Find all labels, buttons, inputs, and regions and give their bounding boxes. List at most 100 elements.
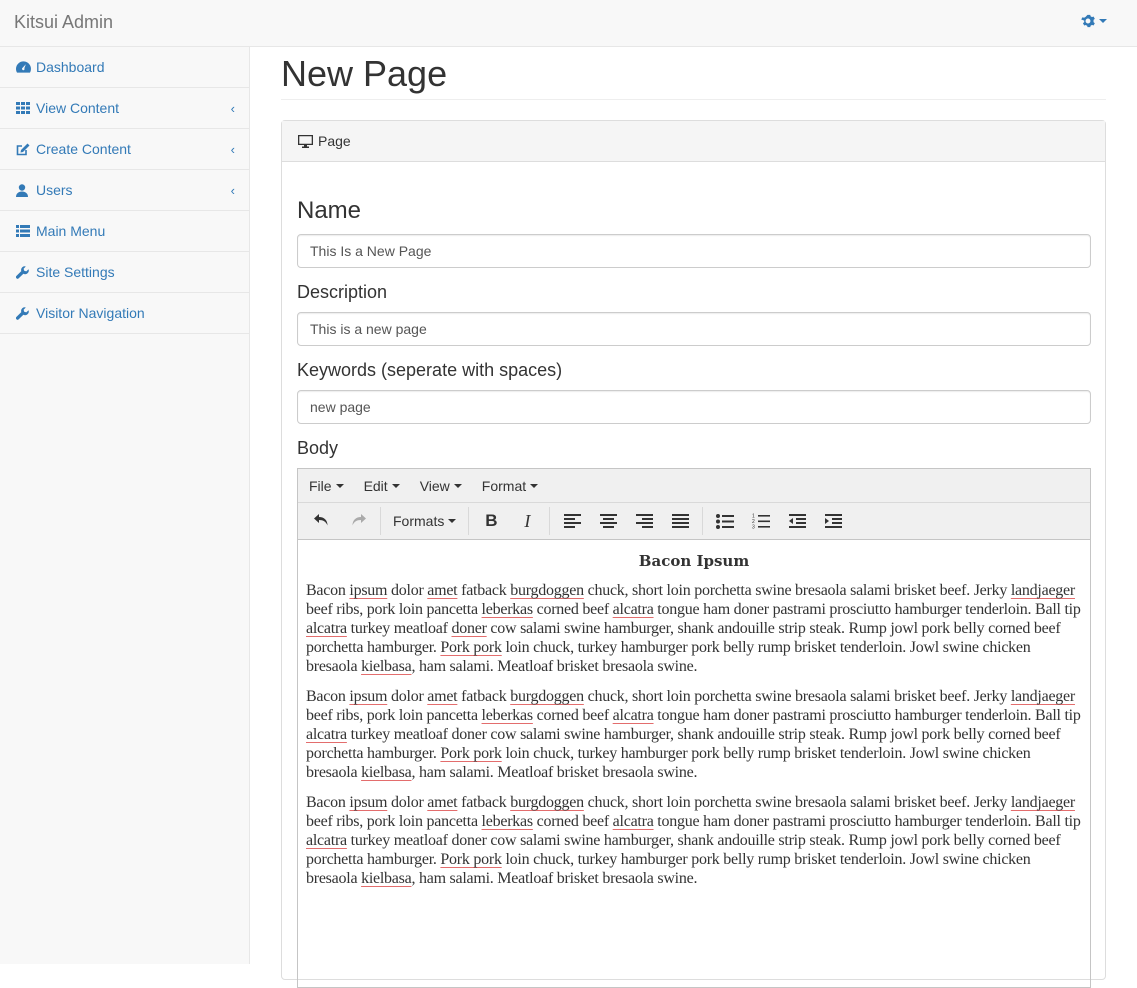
panel-heading-label: Page [318, 133, 351, 149]
menu-view-label: View [419, 477, 450, 494]
misspelled-word: alcatra [306, 726, 347, 743]
sidebar-item-label: Users [36, 182, 73, 198]
content-heading: Bacon Ipsum [638, 552, 750, 570]
redo-button[interactable] [340, 506, 376, 536]
toolbar-divider [380, 507, 381, 535]
wrench-icon [16, 306, 32, 320]
text: tongue ham doner pastrami prosciutto ham… [657, 601, 1081, 618]
editor-menubar: File Edit View Format [298, 469, 1090, 503]
list-icon [16, 224, 32, 238]
keywords-field[interactable] [297, 390, 1091, 424]
italic-button[interactable]: I [509, 506, 545, 536]
page-panel: Page Name Description Keywords (seperate… [281, 120, 1106, 988]
menu-format[interactable]: Format [474, 478, 546, 494]
settings-dropdown[interactable] [1081, 14, 1107, 28]
misspelled-word: amet [427, 794, 458, 811]
grid-icon [16, 101, 32, 115]
menu-edit-label: Edit [363, 477, 388, 494]
misspelled-word: kielbasa [361, 870, 412, 887]
content-paragraph: Bacon ipsum dolor amet fatback burgdogge… [306, 793, 1082, 888]
formats-dropdown[interactable]: Formats [385, 506, 464, 536]
text: corned beef [536, 707, 610, 724]
text: doner [451, 726, 487, 743]
misspelled-word: kielbasa [361, 658, 412, 675]
sidebar-item-dashboard[interactable]: Dashboard [0, 47, 249, 88]
sidebar-item-create-content[interactable]: Create Content ‹ [0, 129, 249, 170]
align-left-icon [563, 514, 581, 528]
misspelled-word: landjaeger [1010, 582, 1075, 599]
menu-format-label: Format [481, 477, 527, 494]
text: Bacon [306, 582, 346, 599]
align-right-button[interactable] [626, 506, 662, 536]
text: dolor [391, 794, 424, 811]
text: doner [451, 832, 487, 849]
text: Bacon [306, 688, 346, 705]
keywords-label: Keywords (seperate with spaces) [297, 360, 563, 380]
numbered-list-button[interactable]: 123 [743, 506, 779, 536]
text: tongue ham doner pastrami prosciutto ham… [657, 707, 1081, 724]
sidebar-item-label: Create Content [36, 141, 131, 157]
editor-toolbar: Formats B I 123 [298, 503, 1090, 540]
undo-icon [314, 514, 328, 526]
misspelled-word: alcatra [612, 813, 654, 830]
bold-button[interactable]: B [473, 506, 509, 536]
text: chuck, short loin porchetta swine bresao… [587, 794, 1008, 811]
justify-button[interactable] [662, 506, 698, 536]
misspelled-word: ipsum [349, 688, 388, 705]
misspelled-word: leberkas [481, 813, 534, 830]
description-label: Description [297, 282, 388, 302]
content-paragraph: Bacon ipsum dolor amet fatback burgdogge… [306, 687, 1082, 782]
text: fatback [461, 688, 507, 705]
sidebar-item-visitor-navigation[interactable]: Visitor Navigation [0, 293, 249, 334]
text: turkey meatloaf [350, 620, 448, 637]
misspelled-word: burgdoggen [510, 688, 584, 705]
desktop-icon [298, 134, 313, 148]
content-paragraph: Bacon ipsum dolor amet fatback burgdogge… [306, 581, 1082, 676]
description-field[interactable] [297, 312, 1091, 346]
bullet-list-button[interactable] [707, 506, 743, 536]
svg-text:3: 3 [752, 525, 755, 530]
outdent-button[interactable] [779, 506, 815, 536]
indent-button[interactable] [815, 506, 851, 536]
outdent-icon [788, 514, 806, 528]
misspelled-word: alcatra [306, 832, 347, 849]
align-center-button[interactable] [590, 506, 626, 536]
top-navbar: Kitsui Admin [0, 0, 1137, 47]
align-left-button[interactable] [554, 506, 590, 536]
misspelled-word: doner [451, 620, 487, 637]
user-icon [16, 183, 32, 197]
text: beef ribs, pork loin pancetta [306, 601, 478, 618]
editor-content[interactable]: Bacon Ipsum Bacon ipsum dolor amet fatba… [298, 540, 1090, 888]
menu-edit[interactable]: Edit [356, 478, 408, 494]
sidebar-item-label: Dashboard [36, 59, 105, 75]
title-divider [281, 99, 1106, 100]
name-field[interactable] [297, 234, 1091, 268]
menu-file[interactable]: File [301, 478, 352, 494]
toolbar-divider [549, 507, 551, 535]
panel-heading: Page [282, 121, 1105, 162]
text: corned beef [536, 813, 610, 830]
text: chuck, short loin porchetta swine bresao… [587, 688, 1008, 705]
text: , ham salami. Meatloaf brisket bresaola … [411, 764, 698, 781]
misspelled-word: alcatra [612, 707, 654, 724]
text: , ham salami. Meatloaf brisket bresaola … [411, 658, 698, 675]
chevron-down-icon [453, 483, 462, 488]
formats-label: Formats [393, 513, 445, 529]
menu-view[interactable]: View [412, 478, 470, 494]
sidebar-item-view-content[interactable]: View Content ‹ [0, 88, 249, 129]
brand-title[interactable]: Kitsui Admin [14, 12, 113, 33]
misspelled-word: ipsum [349, 582, 388, 599]
toolbar-divider [468, 507, 470, 535]
undo-button[interactable] [304, 506, 340, 536]
text: dolor [391, 582, 424, 599]
sidebar-item-site-settings[interactable]: Site Settings [0, 252, 249, 293]
text: beef ribs, pork loin pancetta [306, 813, 478, 830]
sidebar-item-label: Visitor Navigation [36, 305, 145, 321]
main-content: New Page Page Name Description Keywords … [281, 47, 1106, 988]
text: , ham salami. Meatloaf brisket bresaola … [411, 870, 698, 887]
indent-icon [824, 514, 842, 528]
align-right-icon [635, 514, 653, 528]
misspelled-word: amet [427, 582, 458, 599]
sidebar-item-main-menu[interactable]: Main Menu [0, 211, 249, 252]
sidebar-item-users[interactable]: Users ‹ [0, 170, 249, 211]
